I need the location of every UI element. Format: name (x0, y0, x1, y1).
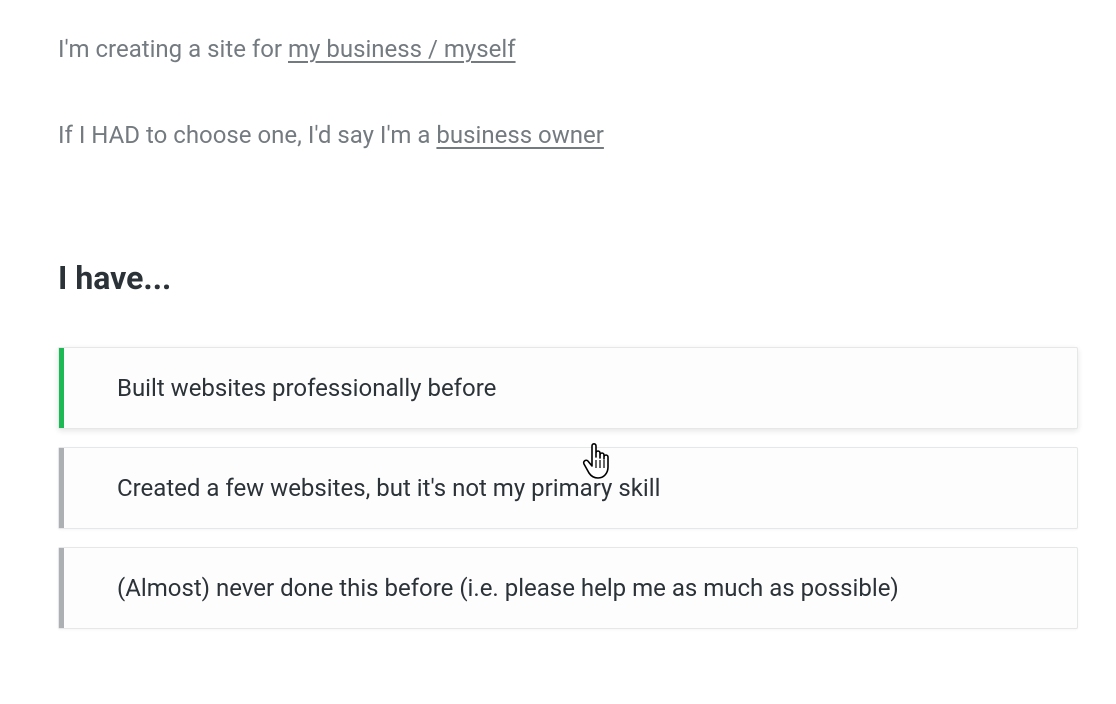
option-never-done[interactable]: (Almost) never done this before (i.e. pl… (58, 547, 1078, 629)
statement-creating-for-value[interactable]: my business / myself (288, 35, 516, 63)
option-created-few[interactable]: Created a few websites, but it's not my … (58, 447, 1078, 529)
option-stripe (59, 348, 64, 428)
statement-prefix: If I HAD to choose one, I'd say I'm a (58, 121, 436, 149)
statement-role: If I HAD to choose one, I'd say I'm a bu… (58, 121, 1058, 149)
option-label: Built websites professionally before (117, 374, 496, 402)
option-label: Created a few websites, but it's not my … (117, 474, 660, 502)
statement-prefix: I'm creating a site for (58, 35, 288, 63)
option-label: (Almost) never done this before (i.e. pl… (117, 574, 899, 602)
statement-creating-for: I'm creating a site for my business / my… (58, 35, 1058, 63)
statement-role-value[interactable]: business owner (436, 121, 603, 149)
option-stripe (59, 548, 64, 628)
option-built-professionally[interactable]: Built websites professionally before (58, 347, 1078, 429)
question-experience: I have... (58, 259, 1058, 297)
option-stripe (59, 448, 64, 528)
